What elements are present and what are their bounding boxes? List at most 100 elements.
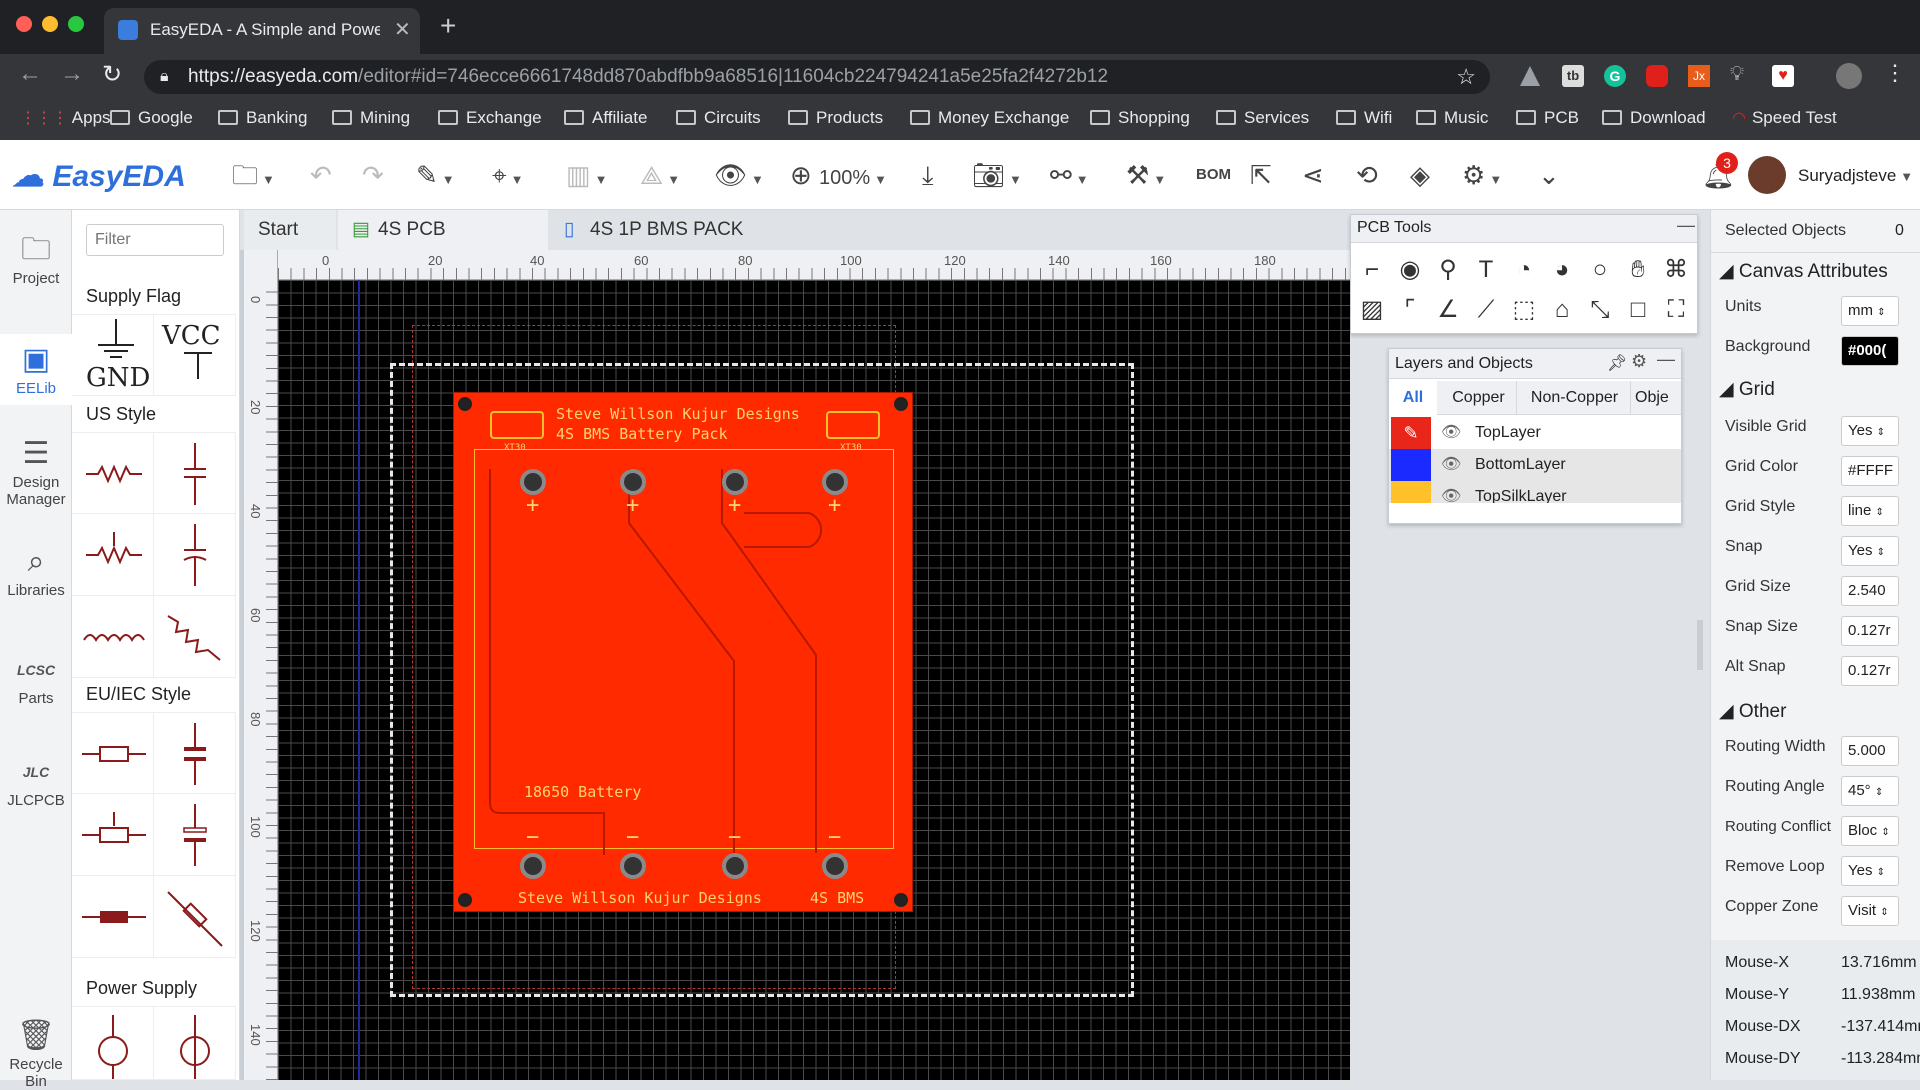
gear-icon[interactable]: ⚙ <box>1631 351 1647 372</box>
copper-zone-select[interactable]: Visit ⇕ <box>1841 896 1899 926</box>
hand-tool-icon[interactable]: ✋︎ <box>1621 253 1655 287</box>
heart-extension-icon[interactable]: ♥ <box>1772 65 1794 87</box>
hole-tool-icon[interactable]: ⌘ <box>1659 253 1693 287</box>
visible-grid-select[interactable]: Yes ⇕ <box>1841 416 1899 446</box>
username-menu[interactable]: Suryadjsteve ▼ <box>1798 166 1913 186</box>
copper-area-tool-icon[interactable]: ⬚ <box>1507 293 1541 327</box>
nav-design-manager[interactable]: ☰ Design Manager <box>0 436 72 508</box>
minimize-icon[interactable]: — <box>1657 349 1675 370</box>
bookmark-apps[interactable]: ⋮⋮⋮ Apps <box>20 100 111 140</box>
import-icon[interactable]: ⤓ <box>922 158 934 192</box>
bookmark-download[interactable]: Download <box>1602 100 1706 140</box>
share-icon[interactable]: ⋖ <box>1302 158 1324 192</box>
more-chevron-icon[interactable]: ⌄ <box>1538 158 1560 192</box>
export-icon[interactable]: ⇱ <box>1250 158 1272 192</box>
pcb-board[interactable]: Steve Willson Kujur Designs 4S BMS Batte… <box>453 392 913 912</box>
angle-tool-icon[interactable]: ∠ <box>1431 293 1465 327</box>
nav-libraries[interactable]: ⌕ Libraries <box>0 544 72 599</box>
connect-pad-tool-icon[interactable]: ⟋ <box>1469 293 1503 327</box>
bookmark-wifi[interactable]: Wifi <box>1336 100 1392 140</box>
reload-icon[interactable]: ↻ <box>102 60 122 89</box>
settings-menu-button[interactable]: ⚙ ▼ <box>1462 158 1502 197</box>
gnd-symbol[interactable]: GND <box>72 314 154 396</box>
grid-section[interactable]: ◢ Grid <box>1719 378 1775 401</box>
tab-all[interactable]: All <box>1389 381 1437 415</box>
routing-width-input[interactable]: 5.000 <box>1841 736 1899 766</box>
bookmark-pcb[interactable]: PCB <box>1516 100 1579 140</box>
place-pin-menu-button[interactable]: ⌖ ▼ <box>492 158 524 197</box>
bookmark-services[interactable]: Services <box>1216 100 1309 140</box>
eu-potentiometer-symbol[interactable] <box>72 794 154 876</box>
track-tool-icon[interactable]: ⌐ <box>1355 253 1389 287</box>
layers-icon[interactable]: ◈ <box>1410 158 1430 192</box>
grid-style-select[interactable]: line ⇕ <box>1841 496 1899 526</box>
eu-capacitor-symbol[interactable] <box>154 712 236 794</box>
background-color-input[interactable]: #000( <box>1841 336 1899 366</box>
eye-icon[interactable]: 👁︎ <box>1441 481 1461 503</box>
dimension-tool-icon[interactable]: ⌜ <box>1393 293 1427 327</box>
vcc-symbol[interactable]: VCC <box>154 314 236 396</box>
browser-menu-icon[interactable]: ⋮ <box>1884 60 1906 86</box>
pad-tool-icon[interactable]: ◉ <box>1393 253 1427 287</box>
eye-icon[interactable]: 👁︎ <box>1441 449 1461 481</box>
current-source-symbol[interactable] <box>72 1006 154 1080</box>
back-icon[interactable]: ← <box>18 60 42 88</box>
layer-color-swatch[interactable] <box>1391 481 1431 503</box>
eu-polar-capacitor-symbol[interactable] <box>154 794 236 876</box>
camera-menu-button[interactable]: 📷︎ ▼ <box>972 158 1022 197</box>
tab-non-copper[interactable]: Non-Copper <box>1519 381 1631 415</box>
snap-select[interactable]: Yes ⇕ <box>1841 536 1899 566</box>
maximize-window-button[interactable] <box>68 16 84 32</box>
align-menu-button[interactable]: ▥ ▼ <box>566 158 607 197</box>
tab-objects[interactable]: Obje <box>1635 381 1681 415</box>
bookmark-speed-test[interactable]: ◠ Speed Test <box>1732 100 1837 140</box>
tab-4s-pcb[interactable]: ▤ 4S PCB <box>338 210 548 250</box>
bookmark-exchange[interactable]: Exchange <box>438 100 542 140</box>
history-icon[interactable]: ⟲ <box>1356 158 1378 192</box>
layer-color-swatch[interactable] <box>1391 449 1431 481</box>
us-polar-capacitor-symbol[interactable] <box>154 514 236 596</box>
bookmark-products[interactable]: Products <box>788 100 883 140</box>
bookmark-banking[interactable]: Banking <box>218 100 307 140</box>
grammarly-extension-icon[interactable]: G <box>1604 65 1626 87</box>
snap-size-input[interactable]: 0.127r <box>1841 616 1899 646</box>
layer-row-bottom[interactable]: 👁︎ BottomLayer <box>1389 449 1681 481</box>
drive-extension-icon[interactable] <box>1520 66 1540 86</box>
solid-region-tool-icon[interactable]: ⌂ <box>1545 293 1579 327</box>
arc-tool-icon[interactable]: ◔ <box>1507 253 1541 287</box>
us-potentiometer-symbol[interactable] <box>72 514 154 596</box>
arc2-tool-icon[interactable]: ◕ <box>1545 253 1579 287</box>
redo-icon[interactable]: ↷ <box>362 158 384 192</box>
minimize-window-button[interactable] <box>42 16 58 32</box>
us-varistor-symbol[interactable] <box>154 596 236 678</box>
routing-angle-select[interactable]: 45° ⇕ <box>1841 776 1899 806</box>
bookmark-mining[interactable]: Mining <box>332 100 410 140</box>
eu-inductor-symbol[interactable] <box>72 876 154 958</box>
eu-varistor-symbol[interactable] <box>154 876 236 958</box>
layer-row-top[interactable]: ✎ 👁︎ TopLayer <box>1389 417 1681 449</box>
view-eye-menu-button[interactable]: 👁︎ ▼ <box>714 158 764 197</box>
shield-extension-icon[interactable] <box>1646 65 1668 87</box>
route-menu-button[interactable]: ⚯ ▼ <box>1050 158 1089 197</box>
us-inductor-symbol[interactable] <box>72 596 154 678</box>
close-window-button[interactable] <box>16 16 32 32</box>
undo-icon[interactable]: ↶ <box>310 158 332 192</box>
bom-button[interactable]: BOM <box>1196 158 1231 192</box>
rotate-menu-button[interactable]: ⟁ ▼ <box>640 158 680 197</box>
grid-size-input[interactable]: 2.540 <box>1841 576 1899 606</box>
bookmark-star-icon[interactable]: ☆ <box>1456 60 1476 94</box>
nav-project[interactable]: 🗀︎ Project <box>0 232 72 287</box>
pin-icon[interactable]: 📌︎ <box>1607 353 1627 373</box>
tab-copper[interactable]: Copper <box>1441 381 1517 415</box>
bookmark-music[interactable]: Music <box>1416 100 1488 140</box>
canvas-origin-tool-icon[interactable]: ⛶ <box>1659 293 1693 327</box>
folder-menu-button[interactable]: 🗀︎ ▼ <box>232 158 275 197</box>
canvas-attributes-section[interactable]: ◢ Canvas Attributes <box>1719 260 1888 283</box>
jx-extension-icon[interactable]: Jx <box>1688 65 1710 87</box>
tab-start[interactable]: Start <box>244 210 336 250</box>
nav-parts[interactable]: LCSC Parts <box>0 652 72 707</box>
profile-avatar[interactable] <box>1836 63 1862 89</box>
forward-icon[interactable]: → <box>60 60 84 88</box>
text-tool-icon[interactable]: T <box>1469 253 1503 287</box>
right-splitter-handle[interactable] <box>1697 620 1703 670</box>
